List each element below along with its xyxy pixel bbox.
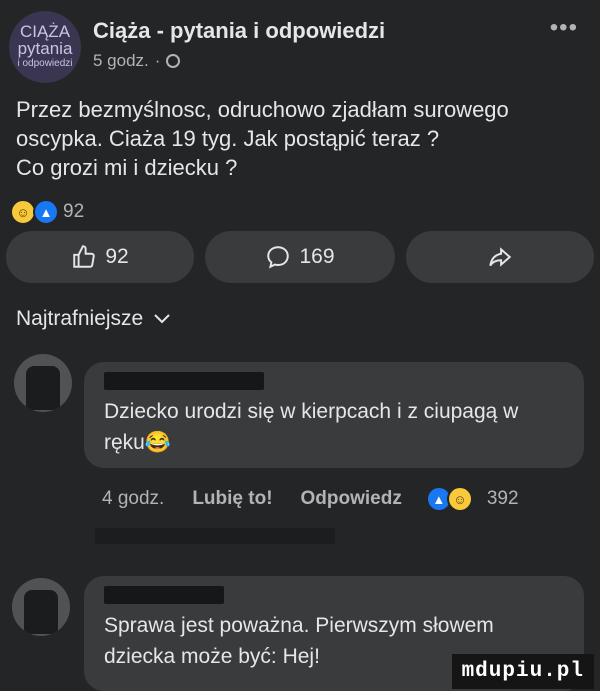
- post-line: Przez bezmyślnosc, odruchowo zjadłam sur…: [16, 97, 509, 122]
- comment-button[interactable]: 169: [205, 231, 395, 283]
- like-icon: ▲: [33, 199, 59, 225]
- post-time[interactable]: 5 godz.: [93, 51, 149, 71]
- comment-line: Dziecko urodzi się w kierpcach i z ciupa…: [104, 400, 519, 423]
- thumbs-up-icon: [73, 245, 96, 268]
- like-count: 92: [105, 245, 129, 268]
- commenter-avatar[interactable]: [14, 354, 72, 412]
- comment-actions: 4 godz. Lubię to! Odpowiedz ▲ ☺ 392: [102, 486, 519, 512]
- comment-count: 169: [299, 245, 335, 268]
- post-reactions[interactable]: ☺ ▲ 92: [10, 199, 84, 225]
- comment-line: Sprawa jest poważna. Pierwszym słowem: [104, 614, 494, 637]
- comment-reply-button[interactable]: Odpowiedz: [301, 488, 402, 510]
- comment-bubble: Dziecko urodzi się w kierpcach i z ciupa…: [84, 362, 584, 468]
- post-text: Przez bezmyślnosc, odruchowo zjadłam sur…: [16, 95, 586, 182]
- post-meta: 5 godz. ·: [93, 51, 181, 71]
- comment-line: ręku😂: [104, 431, 171, 454]
- share-button[interactable]: [406, 231, 594, 283]
- avatar-text-3: i odpowiedzi: [17, 58, 73, 69]
- comment-time[interactable]: 4 godz.: [102, 488, 164, 510]
- group-avatar[interactable]: CIĄŻA pytania i odpowiedzi: [9, 11, 81, 83]
- post-line: oscypka. Ciaża 19 tyg. Jak postąpić tera…: [16, 126, 440, 151]
- share-icon: [489, 247, 512, 267]
- group-name[interactable]: Ciąża - pytania i odpowiedzi: [93, 18, 385, 44]
- globe-icon: [166, 54, 181, 68]
- obscured-reply-line: [95, 528, 335, 544]
- sort-label: Najtrafniejsze: [16, 307, 144, 330]
- avatar-text-2: pytania: [17, 39, 73, 58]
- commenter-name[interactable]: [104, 586, 224, 604]
- comment-like-button[interactable]: Lubię to!: [192, 488, 272, 510]
- comment-text: Dziecko urodzi się w kierpcach i z ciupa…: [104, 396, 584, 458]
- commenter-name[interactable]: [104, 372, 264, 390]
- avatar-text-1: CIĄŻA: [19, 22, 71, 41]
- like-button[interactable]: 92: [6, 231, 194, 283]
- haha-icon: ☺: [446, 486, 473, 512]
- watermark: mdupiu.pl: [451, 654, 594, 689]
- comment-icon: [267, 246, 290, 269]
- chevron-down-icon: [154, 314, 170, 324]
- more-icon[interactable]: •••: [550, 14, 578, 42]
- comment-reaction-count: 392: [486, 488, 519, 509]
- reaction-count: 92: [63, 201, 85, 222]
- meta-separator: ·: [154, 51, 161, 70]
- post-line: Co grozi mi i dziecku ?: [16, 155, 238, 180]
- commenter-avatar[interactable]: [12, 578, 70, 636]
- comment-sort[interactable]: Najtrafniejsze: [16, 307, 171, 331]
